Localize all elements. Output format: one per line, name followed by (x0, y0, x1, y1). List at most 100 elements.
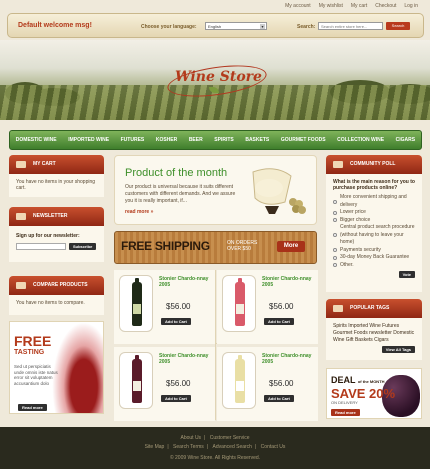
newsletter-label: Sign up for our newsletter: (16, 233, 80, 239)
poll-option[interactable]: Lower price (333, 209, 415, 217)
poll-question: What is the main reason for you to purch… (333, 179, 415, 191)
footer: About Us | Customer Service Site Map | Sea… (0, 427, 430, 469)
radio-icon (333, 233, 337, 238)
popular-tags: POPULAR TAGS Spirits Imported Wine Futur… (326, 299, 422, 360)
free-shipping-banner[interactable]: FREE SHIPPING ON ORDERS OVER $50 More (114, 231, 317, 264)
product-image[interactable] (222, 352, 256, 409)
top-links: My account My wishlist My cart Checkout … (285, 3, 418, 9)
my-cart-link[interactable]: My cart (351, 3, 367, 9)
footer-about-link[interactable]: About Us (180, 435, 201, 441)
add-to-cart-button[interactable]: Add to Cart (161, 318, 191, 325)
newsletter-header: NEWSLETTER (9, 207, 104, 226)
poll-option[interactable]: Central product search procedure (withou… (333, 224, 415, 247)
deal-of-month-promo[interactable]: DEAL of the MONTH SAVE 20% ON DELIVERY R… (326, 368, 422, 419)
deal-title-sub: of the MONTH (357, 379, 385, 384)
main-nav: DOMESTIC WINE IMPORTED WINE FUTURES KOSH… (9, 130, 422, 150)
shipping-sub2: OVER $50 (227, 246, 251, 252)
shipping-conditions: ON ORDERS OVER $50 (227, 240, 257, 252)
deal-title-main: DEAL (331, 375, 356, 385)
poll-header: COMMUNITY POLL (326, 155, 422, 174)
newsletter-box: NEWSLETTER Sign up for our newsletter: S… (9, 207, 104, 262)
product-name[interactable]: Stonier Chardo-nnay 2005 (159, 276, 214, 288)
poll-option-label: 30-day Money Back Guarantee (340, 254, 410, 260)
search-label: Search: (297, 24, 316, 30)
header-bar: Default welcome msg! Choose your languag… (7, 13, 424, 38)
product-image[interactable] (222, 275, 256, 332)
compare-box: COMPARE PRODUCTS You have no items to co… (9, 276, 104, 315)
newsletter-title: NEWSLETTER (33, 213, 68, 219)
nav-cigars[interactable]: CIGARS (396, 137, 415, 143)
deal-read-more-button[interactable]: Read more (331, 409, 360, 416)
login-link[interactable]: Log in (404, 3, 418, 9)
nav-collection-wine[interactable]: COLLECTION WINE (337, 137, 384, 143)
nav-beer[interactable]: BEER (189, 137, 203, 143)
radio-icon (333, 210, 337, 215)
poll-option[interactable]: Bigger choice (333, 217, 415, 225)
product-price: $56.00 (269, 302, 294, 311)
free-tasting-promo[interactable]: FREE TASTING Sed ut perspiciatis unde om… (9, 321, 104, 414)
chevron-down-icon: ▾ (260, 24, 265, 29)
tag-cloud[interactable]: Spirits Imported Wine Futures Gourmet Fo… (333, 323, 415, 344)
shipping-more-button[interactable]: More (277, 241, 305, 252)
radio-icon (333, 263, 337, 268)
product-image[interactable] (119, 275, 153, 332)
footer-contact-link[interactable]: Contact Us (261, 444, 286, 450)
my-wishlist-link[interactable]: My wishlist (319, 3, 343, 9)
add-to-cart-button[interactable]: Add to Cart (161, 395, 191, 402)
shipping-title: FREE SHIPPING (121, 239, 210, 253)
poll-option[interactable]: 30-day Money Back Guarantee (333, 254, 415, 262)
poll-option[interactable]: Payments security (333, 247, 415, 255)
poll-option-label: Bigger choice (340, 216, 371, 223)
footer-sitemap-link[interactable]: Site Map (145, 444, 165, 450)
footer-customer-service-link[interactable]: Customer Service (210, 435, 250, 441)
nav-baskets[interactable]: BASKETS (245, 137, 269, 143)
cart-icon (16, 161, 26, 168)
vote-button[interactable]: Vote (398, 271, 415, 278)
nav-gourmet-foods[interactable]: GOURMET FOODS (281, 137, 326, 143)
community-poll: COMMUNITY POLL What is the main reason f… (326, 155, 422, 292)
subscribe-button[interactable]: Subscribe (69, 243, 97, 250)
poll-option-label: Central product search procedure (withou… (340, 224, 415, 245)
footer-advanced-search-link[interactable]: Advanced Search (212, 444, 251, 450)
product-card: Stonier Chardo-nnay 2005 $56.00 Add to C… (217, 347, 318, 421)
product-price: $56.00 (166, 379, 191, 388)
wine-store-logo[interactable]: Wine Store (165, 60, 269, 102)
poll-option-label: More convenient shipping and delivery (340, 194, 407, 208)
view-all-tags-button[interactable]: View All Tags (381, 346, 415, 353)
radio-icon (333, 255, 337, 260)
my-account-link[interactable]: My account (285, 3, 311, 9)
wine-bottle-image (235, 278, 245, 326)
nav-domestic-wine[interactable]: DOMESTIC WINE (16, 137, 57, 143)
nav-kosher[interactable]: KOSHER (156, 137, 177, 143)
product-image[interactable] (119, 352, 153, 409)
newsletter-email-input[interactable] (16, 243, 66, 250)
deal-subtext: ON DELIVERY (331, 400, 358, 405)
nav-spirits[interactable]: SPIRITS (214, 137, 233, 143)
poll-title: COMMUNITY POLL (350, 161, 396, 167)
nav-futures[interactable]: FUTURES (121, 137, 145, 143)
poll-option-label: Other. (340, 261, 354, 268)
product-name[interactable]: Stonier Chardo-nnay 2005 (159, 353, 214, 365)
product-price: $56.00 (166, 302, 191, 311)
footer-search-terms-link[interactable]: Search Terms (173, 444, 204, 450)
deal-discount: SAVE 20% (331, 386, 396, 401)
tags-header: POPULAR TAGS (326, 299, 422, 318)
search-button[interactable]: Search (386, 22, 410, 30)
poll-icon (333, 161, 343, 168)
compare-title: COMPARE PRODUCTS (33, 282, 88, 288)
product-name[interactable]: Stonier Chardo-nnay 2005 (262, 276, 317, 288)
checkout-link[interactable]: Checkout (375, 3, 396, 9)
nav-imported-wine[interactable]: IMPORTED WINE (68, 137, 109, 143)
add-to-cart-button[interactable]: Add to Cart (264, 395, 294, 402)
search-input[interactable]: Search entire store here... (318, 22, 383, 30)
compare-icon (16, 282, 26, 289)
language-select[interactable]: English ▾ (205, 22, 267, 30)
language-label: Choose your language: (141, 24, 197, 30)
poll-option[interactable]: More convenient shipping and delivery (333, 194, 415, 209)
tasting-read-more-button[interactable]: Read more (18, 404, 47, 411)
product-card: Stonier Chardo-nnay 2005 $56.00 Add to C… (114, 270, 215, 344)
potm-read-more-link[interactable]: read more » (125, 209, 153, 215)
product-name[interactable]: Stonier Chardo-nnay 2005 (262, 353, 317, 365)
poll-option[interactable]: Other. (333, 262, 415, 270)
add-to-cart-button[interactable]: Add to Cart (264, 318, 294, 325)
